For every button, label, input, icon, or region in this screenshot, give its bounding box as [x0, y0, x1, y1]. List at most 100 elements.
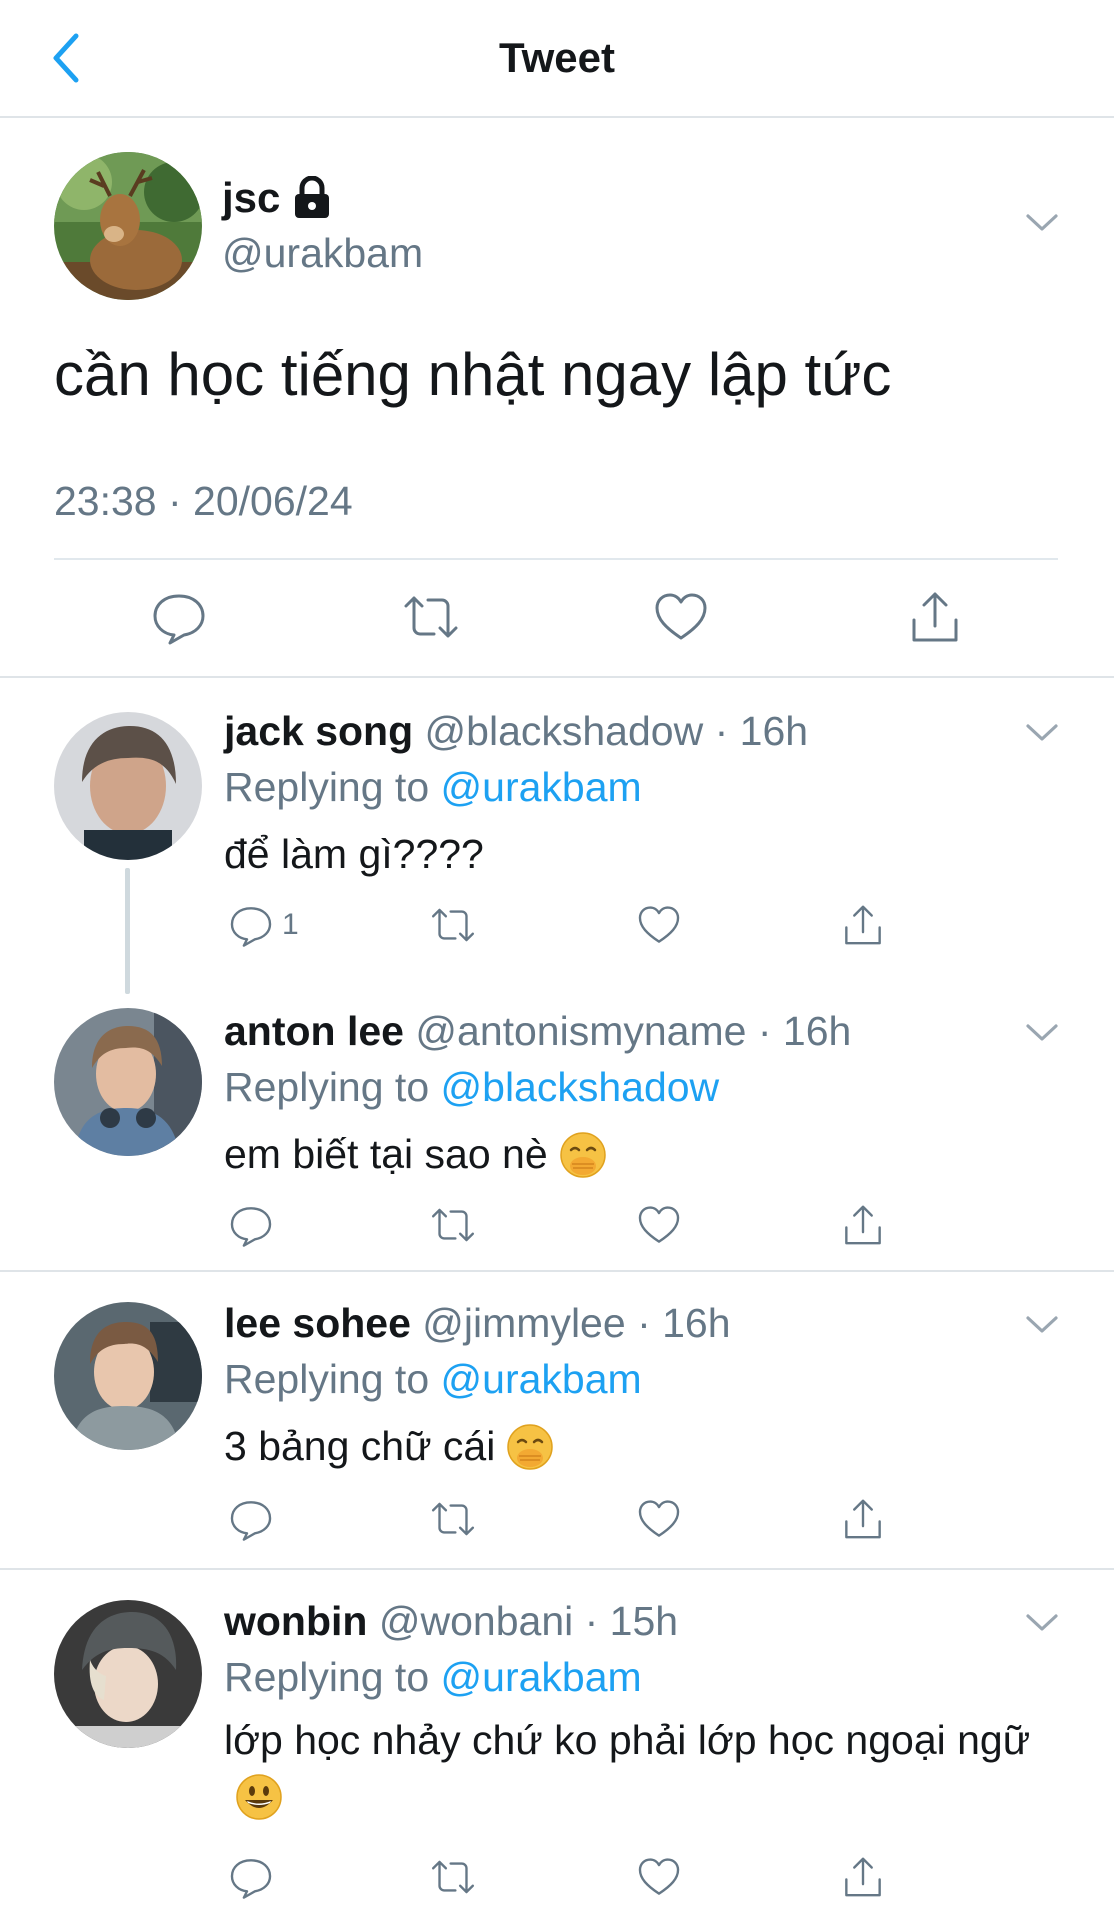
mention-link[interactable]: @blackshadow — [441, 1064, 720, 1110]
reply-header: anton lee @antonismyname · 16h — [224, 1008, 851, 1055]
reply-button[interactable] — [228, 1496, 274, 1542]
reply-text-content: 3 bảng chữ cái — [224, 1423, 496, 1469]
reply-header: wonbin @wonbani · 15h — [224, 1598, 678, 1645]
reply-text: 3 bảng chữ cái — [224, 1418, 1044, 1474]
reply-button[interactable] — [150, 588, 208, 646]
share-button[interactable] — [840, 1854, 886, 1900]
avatar[interactable] — [54, 1600, 202, 1748]
avatar[interactable] — [54, 152, 202, 300]
author-name[interactable]: jack song — [224, 708, 413, 754]
mention-link[interactable]: @urakbam — [441, 764, 642, 810]
replying-to-line: Replying to @urakbam — [224, 1356, 642, 1403]
author-handle[interactable]: @blackshadow — [425, 708, 704, 754]
comment-icon — [153, 594, 205, 645]
replying-to-line: Replying to @urakbam — [224, 1654, 642, 1701]
like-button[interactable] — [636, 1496, 682, 1542]
share-icon — [845, 1205, 881, 1245]
mention-link[interactable]: @urakbam — [441, 1654, 642, 1700]
comment-icon — [230, 907, 272, 947]
retweet-icon — [431, 1860, 475, 1894]
retweet-button[interactable] — [430, 1202, 476, 1248]
retweet-icon — [404, 596, 458, 638]
retweet-button[interactable] — [430, 1496, 476, 1542]
reply-time: · 16h — [757, 1008, 852, 1054]
reply-time: · 16h — [637, 1300, 731, 1346]
author-handle[interactable]: @wonbani — [379, 1598, 573, 1644]
author-name[interactable]: anton lee — [224, 1008, 404, 1054]
avatar[interactable] — [54, 1302, 202, 1450]
retweet-button[interactable] — [402, 588, 460, 646]
retweet-button[interactable] — [430, 902, 476, 948]
retweet-icon — [431, 1208, 475, 1242]
author-handle[interactable]: @urakbam — [222, 230, 423, 277]
like-button[interactable] — [636, 902, 682, 948]
reply-text: em biết tại sao nè — [224, 1126, 1044, 1182]
grinning-face-emoji — [234, 1772, 284, 1822]
like-button[interactable] — [652, 588, 710, 646]
reply-header: lee sohee @jimmylee · 16h — [224, 1300, 731, 1347]
replying-prefix: Replying to — [224, 1356, 441, 1402]
heart-icon — [638, 906, 680, 943]
reply-text-content: em biết tại sao nè — [224, 1131, 548, 1177]
share-icon — [845, 905, 881, 945]
share-icon — [912, 592, 958, 642]
reply-tweet[interactable]: jack song @blackshadow · 16h Replying to… — [0, 680, 1114, 994]
reply-text-content: lớp học nhảy chứ ko phải lớp học ngoại n… — [224, 1717, 1031, 1763]
user-avatar-image — [54, 1008, 202, 1156]
more-options-button[interactable] — [1024, 210, 1060, 234]
comment-icon — [230, 1859, 272, 1899]
more-options-button[interactable] — [1024, 720, 1060, 744]
tweet-text: cần học tiếng nhật ngay lập tức — [54, 341, 892, 408]
chevron-down-icon — [1026, 1614, 1058, 1631]
share-button[interactable] — [840, 1496, 886, 1542]
more-options-button[interactable] — [1024, 1610, 1060, 1634]
share-button[interactable] — [840, 1202, 886, 1248]
author-handle[interactable]: @antonismyname — [415, 1008, 746, 1054]
more-options-button[interactable] — [1024, 1312, 1060, 1336]
replying-prefix: Replying to — [224, 764, 441, 810]
reply-text: lớp học nhảy chứ ko phải lớp học ngoại n… — [224, 1712, 1044, 1824]
chevron-down-icon — [1026, 724, 1058, 741]
comment-icon — [230, 1501, 272, 1541]
mention-link[interactable]: @urakbam — [441, 1356, 642, 1402]
reply-tweet[interactable]: anton lee @antonismyname · 16h Replying … — [0, 980, 1114, 1272]
main-tweet[interactable]: jsc @urakbam cần học tiếng nhật ngay lập… — [0, 118, 1114, 678]
share-button[interactable] — [906, 588, 964, 646]
reply-tweet[interactable]: wonbin @wonbani · 15h Replying to @urakb… — [0, 1570, 1114, 1920]
replying-to-line: Replying to @blackshadow — [224, 1064, 719, 1111]
avatar[interactable] — [54, 712, 202, 860]
author-name[interactable]: jsc — [222, 174, 280, 222]
heart-icon — [655, 593, 707, 640]
user-avatar-image — [54, 1302, 202, 1450]
retweet-icon — [431, 1502, 475, 1536]
reply-tweet[interactable]: lee sohee @jimmylee · 16h Replying to @u… — [0, 1272, 1114, 1570]
comment-icon — [230, 1207, 272, 1247]
reply-text-content: để làm gì???? — [224, 831, 484, 877]
more-options-button[interactable] — [1024, 1020, 1060, 1044]
author-handle[interactable]: @jimmylee — [422, 1300, 625, 1346]
hand-over-mouth-emoji — [505, 1422, 555, 1472]
hand-over-mouth-emoji — [558, 1130, 608, 1180]
retweet-button[interactable] — [430, 1854, 476, 1900]
reply-button[interactable] — [228, 1854, 274, 1900]
like-button[interactable] — [636, 1202, 682, 1248]
replying-prefix: Replying to — [224, 1064, 441, 1110]
reply-button[interactable] — [228, 1202, 274, 1248]
reply-time: · 15h — [584, 1598, 679, 1644]
divider — [54, 558, 1058, 560]
reply-time: · 16h — [714, 708, 809, 754]
user-avatar-image — [54, 1600, 202, 1748]
author-name[interactable]: lee sohee — [224, 1300, 411, 1346]
chevron-down-icon — [1026, 1024, 1058, 1041]
top-nav-bar: Tweet — [0, 0, 1114, 118]
like-button[interactable] — [636, 1854, 682, 1900]
reply-text: để làm gì???? — [224, 826, 1044, 882]
reply-button[interactable] — [228, 902, 274, 948]
lock-icon — [292, 175, 332, 220]
author-name[interactable]: wonbin — [224, 1598, 367, 1644]
avatar[interactable] — [54, 1008, 202, 1156]
heart-icon — [638, 1500, 680, 1537]
share-icon — [845, 1499, 881, 1539]
page-title: Tweet — [499, 34, 615, 81]
share-button[interactable] — [840, 902, 886, 948]
